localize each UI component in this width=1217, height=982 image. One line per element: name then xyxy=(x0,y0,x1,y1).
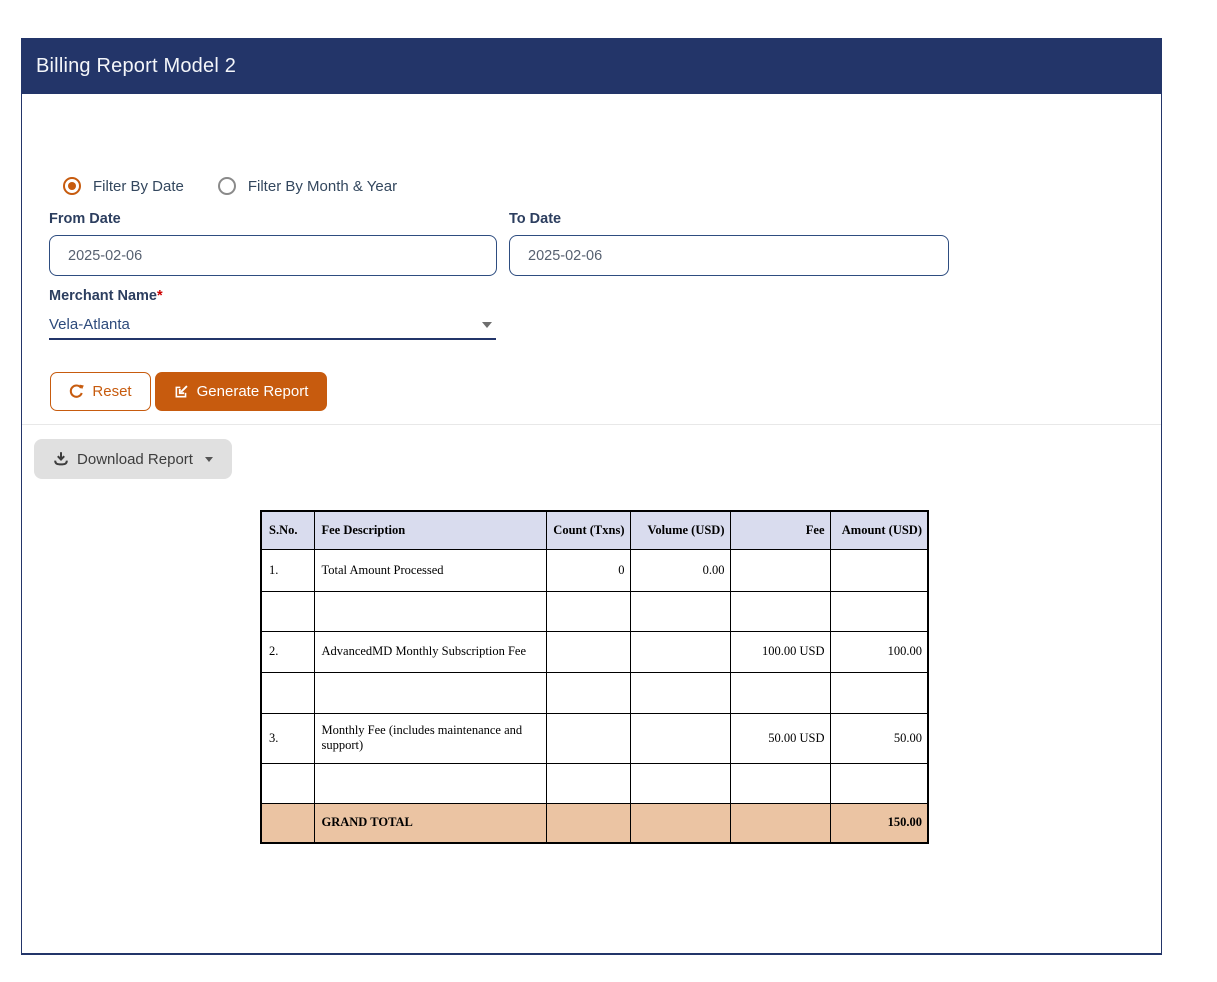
cell-volume xyxy=(630,631,730,672)
card-header: Billing Report Model 2 xyxy=(22,39,1161,94)
col-fee-description: Fee Description xyxy=(314,511,546,549)
table-row: 3. Monthly Fee (includes maintenance and… xyxy=(261,713,928,763)
cell-fee xyxy=(730,549,830,591)
radio-selected-icon[interactable] xyxy=(63,177,81,195)
section-divider xyxy=(22,424,1161,425)
table-row-empty xyxy=(261,672,928,713)
merchant-select-value: Vela-Atlanta xyxy=(49,316,130,333)
cell-fee: 100.00 USD xyxy=(730,631,830,672)
billing-report-table: S.No. Fee Description Count (Txns) Volum… xyxy=(260,510,929,844)
cell-amount: 50.00 xyxy=(830,713,928,763)
col-count-txns: Count (Txns) xyxy=(546,511,630,549)
to-date-input[interactable] xyxy=(509,235,949,276)
page-title: Billing Report Model 2 xyxy=(36,55,236,78)
col-volume-usd: Volume (USD) xyxy=(630,511,730,549)
reset-button-label: Reset xyxy=(92,383,131,400)
grand-total-amount: 150.00 xyxy=(830,803,928,843)
radio-filter-by-month-year-label[interactable]: Filter By Month & Year xyxy=(248,178,397,195)
col-sno: S.No. xyxy=(261,511,314,549)
table-row-empty xyxy=(261,591,928,631)
refresh-icon xyxy=(69,384,84,399)
download-icon xyxy=(53,451,69,467)
cell-amount xyxy=(830,549,928,591)
generate-report-button[interactable]: Generate Report xyxy=(155,372,327,411)
cell-desc: Total Amount Processed xyxy=(314,549,546,591)
reset-button[interactable]: Reset xyxy=(50,372,151,411)
cell-count: 0 xyxy=(546,549,630,591)
download-report-button-label: Download Report xyxy=(77,451,193,468)
table-row: 2. AdvancedMD Monthly Subscription Fee 1… xyxy=(261,631,928,672)
grand-total-row: GRAND TOTAL 150.00 xyxy=(261,803,928,843)
grand-total-label: GRAND TOTAL xyxy=(314,803,546,843)
cell-volume: 0.00 xyxy=(630,549,730,591)
cell-sno: 1. xyxy=(261,549,314,591)
download-report-button[interactable]: Download Report xyxy=(34,439,232,479)
cell-sno: 3. xyxy=(261,713,314,763)
cell-volume xyxy=(630,713,730,763)
cell-desc: Monthly Fee (includes maintenance and su… xyxy=(314,713,546,763)
card-body: Filter By Date Filter By Month & Year Fr… xyxy=(22,94,1161,956)
filter-radio-group: Filter By Date Filter By Month & Year xyxy=(63,177,397,195)
merchant-name-label: Merchant Name* xyxy=(49,288,163,304)
file-export-icon xyxy=(174,384,189,399)
billing-report-card: Billing Report Model 2 Filter By Date Fi… xyxy=(21,38,1162,955)
col-fee: Fee xyxy=(730,511,830,549)
to-date-label: To Date xyxy=(509,211,561,227)
cell-count xyxy=(546,713,630,763)
table-row-empty xyxy=(261,763,928,803)
from-date-input[interactable] xyxy=(49,235,497,276)
chevron-down-icon xyxy=(482,322,492,328)
cell-fee: 50.00 USD xyxy=(730,713,830,763)
cell-count xyxy=(546,631,630,672)
table-row: 1. Total Amount Processed 0 0.00 xyxy=(261,549,928,591)
merchant-select[interactable]: Vela-Atlanta xyxy=(49,310,496,340)
radio-filter-by-date-label[interactable]: Filter By Date xyxy=(93,178,184,195)
cell-sno: 2. xyxy=(261,631,314,672)
cell-amount: 100.00 xyxy=(830,631,928,672)
from-date-label: From Date xyxy=(49,211,121,227)
radio-unselected-icon[interactable] xyxy=(218,177,236,195)
col-amount-usd: Amount (USD) xyxy=(830,511,928,549)
radio-filter-by-date[interactable]: Filter By Date xyxy=(63,177,184,195)
generate-report-button-label: Generate Report xyxy=(197,383,309,400)
cell-desc: AdvancedMD Monthly Subscription Fee xyxy=(314,631,546,672)
table-header-row: S.No. Fee Description Count (Txns) Volum… xyxy=(261,511,928,549)
required-asterisk: * xyxy=(157,288,163,304)
radio-filter-by-month-year[interactable]: Filter By Month & Year xyxy=(218,177,397,195)
caret-down-icon xyxy=(205,457,213,462)
